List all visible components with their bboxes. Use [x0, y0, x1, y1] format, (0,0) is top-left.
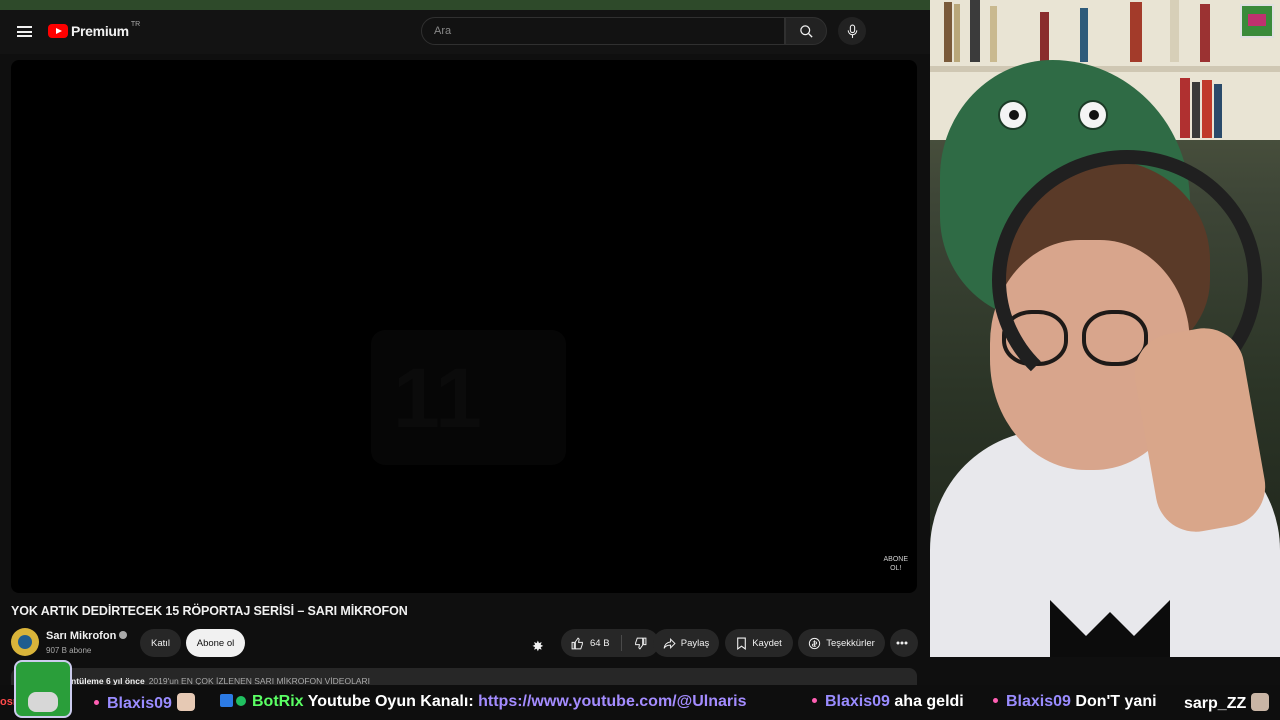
- like-button[interactable]: 64 B: [561, 629, 621, 657]
- video-player[interactable]: 11 ABONE OL!: [11, 60, 917, 593]
- thanks-label: Teşekkürler: [826, 637, 875, 649]
- more-actions-button[interactable]: [890, 629, 918, 657]
- ticker-dot-icon: [993, 698, 998, 703]
- youtube-window: Premium TR 11 ABONE OL! YOK ARTIK DEDİRT…: [0, 0, 930, 685]
- super-thanks-icon: [809, 637, 821, 649]
- ticker-item-5: sarp_ZZ: [1184, 693, 1270, 713]
- share-button[interactable]: Paylaş: [653, 629, 719, 657]
- ticker-item-4: Blaxis09 Don'T yani: [993, 693, 1157, 711]
- ticker-user: Blaxis09: [825, 693, 890, 710]
- channel-name-text: Sarı Mikrofon: [46, 630, 117, 642]
- emote-icon: [176, 693, 195, 711]
- chat-ticker: osnail Blaxis09 BotRix Youtube Oyun Kana…: [0, 685, 1280, 720]
- verified-icon: [119, 631, 128, 639]
- youtube-premium-logo[interactable]: Premium TR: [48, 20, 141, 39]
- ticker-item-1: Blaxis09: [94, 693, 195, 713]
- ticker-dot-icon: [94, 700, 99, 705]
- ticker-link[interactable]: https://www.youtube.com/@Ulnaris: [478, 693, 746, 710]
- share-label: Paylaş: [680, 637, 710, 649]
- ticker-user: sarp_ZZ: [1184, 695, 1247, 712]
- description-box[interactable]: ntüleme 6 yıl önce 2019'un EN ÇOK İZLENEN…: [11, 668, 917, 685]
- emote-icon: [1251, 693, 1270, 711]
- video-frame-ghost: 11: [371, 330, 566, 465]
- plush-eye-left: [998, 100, 1028, 130]
- ticker-user: BotRix: [252, 693, 304, 710]
- watermark-line-1: ABONE: [883, 556, 908, 563]
- like-dislike-group: 64 B: [561, 629, 659, 657]
- owner-row: Sarı Mikrofon 907 B abone Katıl Abone ol…: [11, 628, 921, 658]
- save-label: Kaydet: [752, 637, 782, 649]
- search-icon: [799, 24, 813, 38]
- share-icon: [663, 637, 676, 649]
- subscribe-button[interactable]: Abone ol: [186, 629, 245, 657]
- browser-strip: [0, 0, 930, 10]
- subscribe-watermark[interactable]: ABONE OL!: [883, 555, 908, 573]
- verified-bot-icon: [236, 696, 246, 706]
- watermark-line-2: OL!: [890, 565, 902, 572]
- microphone-icon: [847, 24, 857, 38]
- ticker-item-3: Blaxis09 aha geldi: [812, 693, 964, 711]
- search-input[interactable]: [422, 18, 784, 44]
- video-title: YOK ARTIK DEDİRTECEK 15 RÖPORTAJ SERİSİ …: [11, 604, 408, 618]
- bookmark-icon: [737, 637, 747, 650]
- bot-icon: [220, 694, 233, 707]
- description-snippet: 2019'un EN ÇOK İZLENEN SARI MİKROFON VİD…: [148, 676, 370, 685]
- webcam-feed: [930, 0, 1280, 657]
- ticker-user: Blaxis09: [107, 695, 172, 712]
- views-and-date: ntüleme 6 yıl önce: [71, 676, 145, 685]
- ticker-message: Youtube Oyun Kanalı:: [307, 693, 474, 710]
- youtube-play-icon: [48, 24, 68, 38]
- logo-country: TR: [130, 20, 141, 28]
- join-button[interactable]: Katıl: [140, 629, 181, 657]
- ticker-message: aha geldi: [894, 693, 964, 710]
- chat-sticker-icon: [14, 660, 72, 718]
- ticker-dot-icon: [812, 698, 817, 703]
- search-button[interactable]: [785, 17, 827, 45]
- sparkle-icon[interactable]: ✸: [532, 638, 544, 655]
- menu-icon[interactable]: [17, 26, 32, 37]
- save-button[interactable]: Kaydet: [725, 629, 793, 657]
- ticker-item-2: BotRix Youtube Oyun Kanalı: https://www.…: [220, 693, 746, 711]
- search-box: [421, 17, 785, 45]
- stream-badge-icon: [1240, 4, 1274, 38]
- subscriber-count: 907 B abone: [46, 646, 92, 655]
- plush-eye-right: [1078, 100, 1108, 130]
- masthead: Premium TR: [0, 10, 930, 54]
- voice-search-button[interactable]: [838, 17, 866, 45]
- like-count: 64 B: [590, 637, 610, 649]
- ticker-message: Don'T yani: [1075, 693, 1157, 710]
- ticker-user: Blaxis09: [1006, 693, 1071, 710]
- thumbs-up-icon: [571, 636, 583, 649]
- more-icon: [896, 641, 907, 645]
- logo-text: Premium: [71, 23, 129, 39]
- channel-avatar[interactable]: [11, 628, 39, 656]
- description-meta: ntüleme 6 yıl önce 2019'un EN ÇOK İZLENEN…: [71, 676, 370, 685]
- thumbs-down-icon: [635, 637, 647, 650]
- thanks-button[interactable]: Teşekkürler: [798, 629, 885, 657]
- channel-name[interactable]: Sarı Mikrofon: [46, 630, 128, 642]
